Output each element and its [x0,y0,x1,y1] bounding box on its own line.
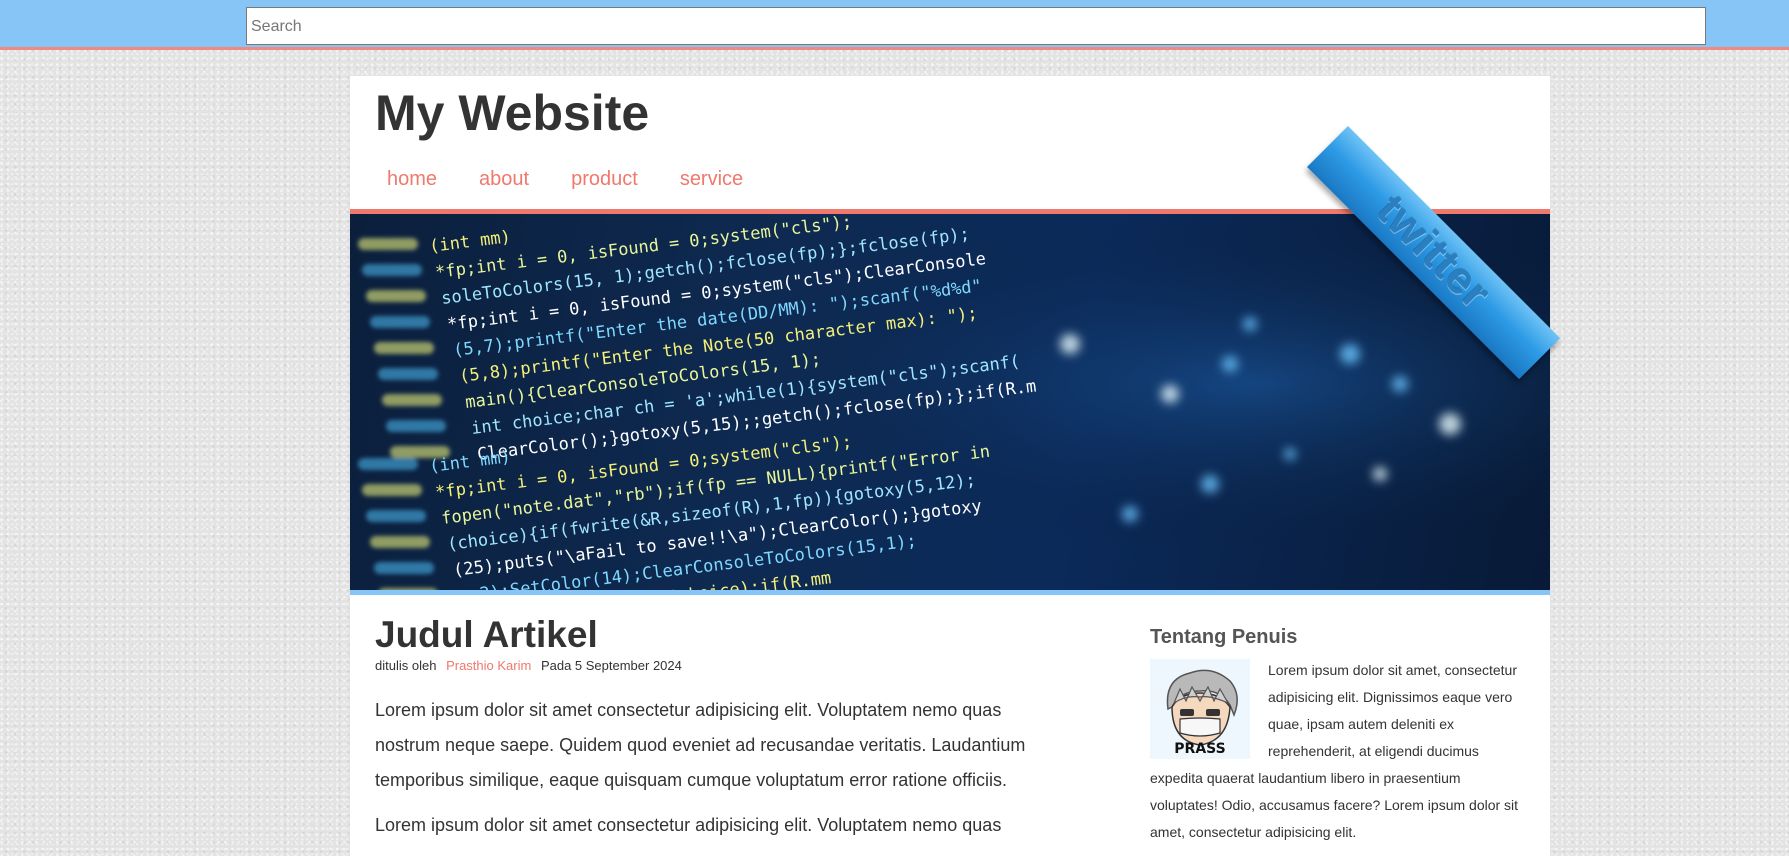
code-line-blur [358,458,418,470]
article-meta: ditulis oleh Prasthio Karim Pada 5 Septe… [375,658,1055,673]
code-line-blur [370,316,430,328]
code-line-blur [386,420,446,432]
avatar-image: PRASS [1166,669,1238,757]
code-image: (int mm)*fp;int i = 0, isFound = 0;syste… [350,214,1550,590]
code-line-blur [370,536,430,548]
bokeh-dot [1222,356,1238,372]
code-line-blur [358,238,418,250]
article-date: Pada 5 September 2024 [540,658,682,673]
code-line-blur [366,510,426,522]
code-line-blur [374,342,434,354]
avatar: PRASS [1150,659,1250,759]
top-bar [0,0,1789,50]
bokeh-dot [1201,475,1219,493]
nav-home[interactable]: home [387,168,437,191]
main-nav: home about product service [387,168,785,191]
code-line-blur [379,588,437,590]
bokeh-dot [1439,413,1461,435]
bokeh-dot [1340,344,1360,364]
code-line-blur [366,290,426,302]
article-paragraph: Lorem ipsum dolor sit amet consectetur a… [375,815,1002,835]
avatar-label: PRASS [1174,741,1225,757]
bokeh-dot [1161,385,1179,403]
bokeh-dot [1060,334,1080,354]
article-paragraph: Lorem ipsum dolor sit amet consectetur a… [375,700,1026,790]
meta-prefix: ditulis oleh [375,658,437,673]
nav-service[interactable]: service [680,168,743,191]
site-title: My Website [375,85,650,141]
bokeh-dot [1243,317,1257,331]
bokeh-dot [1122,506,1138,522]
code-line-blur [378,368,438,380]
hero-banner: (int mm) *fp;int i = 0, isFound = 0;syste… [350,209,1550,595]
bokeh-dot [1392,376,1408,392]
article-title: Judul Artikel [375,614,598,655]
code-line-blur [374,562,434,574]
author-bio: PRASS Lorem ipsum dolor sit amet, consec… [1150,657,1525,846]
sidebar-title: Tentang Penuis [1150,626,1298,648]
sidebar: Tentang Penuis PRASS Lorem ipsum dolor s… [1150,626,1525,846]
bokeh-dot [1373,467,1387,481]
bokeh-dot [1284,448,1296,460]
article: Judul Artikel ditulis oleh Prasthio Kari… [375,614,1055,843]
code-line-blur [362,264,422,276]
nav-product[interactable]: product [571,168,638,191]
nav-about[interactable]: about [479,168,529,191]
code-line-blur [362,484,422,496]
author-link[interactable]: Prasthio Karim [446,658,531,673]
search-input[interactable] [246,7,1706,45]
code-line-blur [382,394,442,406]
